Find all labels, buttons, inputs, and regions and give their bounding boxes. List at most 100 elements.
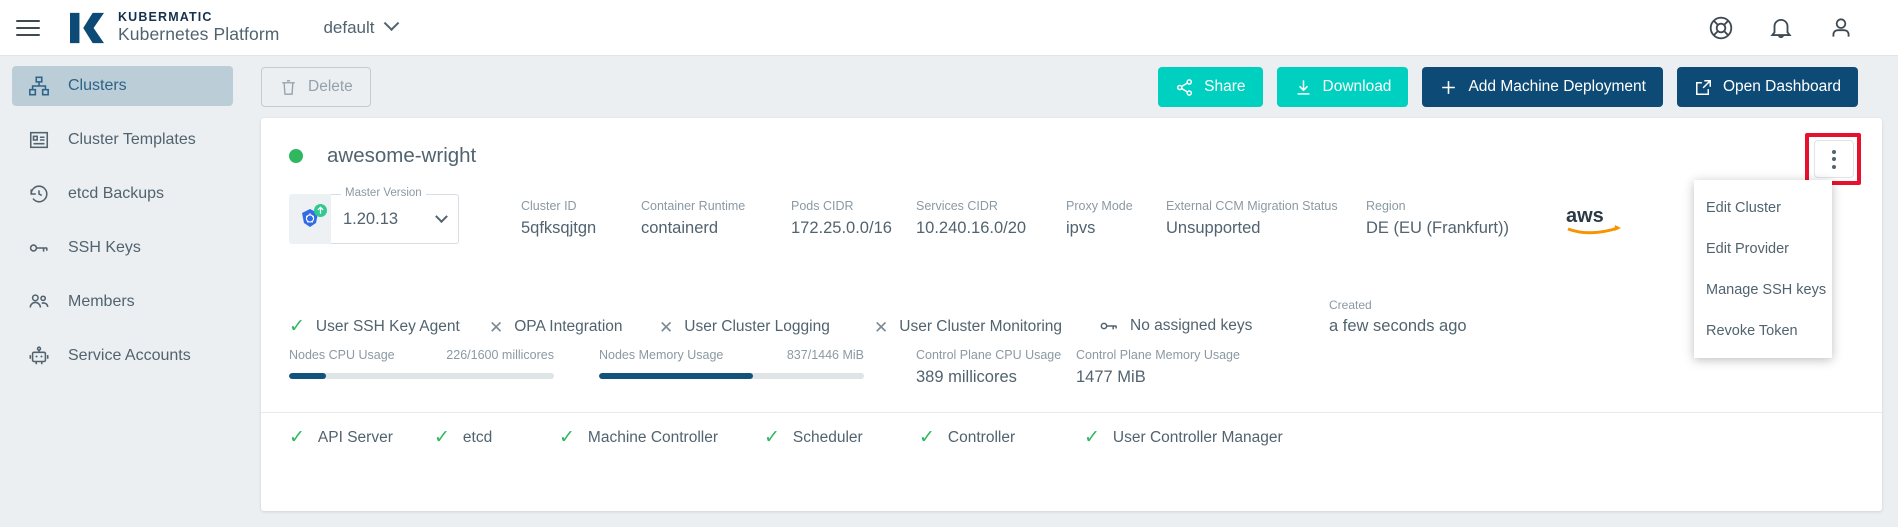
meta-external-ccm-migration-status: External CCM Migration Status Unsupporte… xyxy=(1166,199,1366,238)
project-selector-value: default xyxy=(323,17,375,37)
cross-icon: ✕ xyxy=(874,317,889,337)
open-dashboard-button[interactable]: Open Dashboard xyxy=(1676,67,1858,107)
master-version-control[interactable]: Master Version 1.20.13 xyxy=(289,187,459,244)
feature-user-cluster-logging: ✕ User Cluster Logging xyxy=(659,318,874,336)
feature-label: User Cluster Monitoring xyxy=(899,318,1063,335)
menu-item-label: Edit Provider xyxy=(1706,240,1790,257)
sidebar-item-etcd-backups[interactable]: etcd Backups xyxy=(12,174,233,214)
sidebar-item-clusters[interactable]: Clusters xyxy=(12,66,233,106)
download-button[interactable]: Download xyxy=(1276,67,1409,107)
service-account-robot-icon xyxy=(29,346,49,365)
menu-item-label: Revoke Token xyxy=(1706,322,1798,339)
progress-track xyxy=(289,373,554,379)
metric-control-plane-cpu-usage: Control Plane CPU Usage 389 millicores xyxy=(916,348,1076,387)
master-version-select[interactable]: Master Version 1.20.13 xyxy=(331,187,459,244)
sidebar-item-label: SSH Keys xyxy=(68,239,141,256)
sidebar-item-label: Clusters xyxy=(68,77,127,94)
meta-key: Proxy Mode xyxy=(1066,199,1133,213)
metric-label: Control Plane Memory Usage xyxy=(1076,348,1240,362)
menu-item-revoke-token[interactable]: Revoke Token xyxy=(1694,310,1832,351)
kebab-dot xyxy=(1832,149,1836,154)
health-etcd: ✓ etcd xyxy=(434,428,559,447)
metric-nodes-cpu-usage: Nodes CPU Usage 226/1600 millicores xyxy=(289,348,554,387)
health-label: Scheduler xyxy=(792,428,863,446)
cluster-features-row: ✓ User SSH Key Agent ✕ OPA Integration ✕… xyxy=(289,298,1849,336)
metric-control-plane-memory-usage: Control Plane Memory Usage 1477 MiB xyxy=(1076,348,1276,387)
external-link-icon xyxy=(1695,79,1711,95)
sidebar-item-ssh-keys[interactable]: SSH Keys xyxy=(12,228,233,268)
card-divider xyxy=(261,412,1882,413)
menu-item-edit-provider[interactable]: Edit Provider xyxy=(1694,228,1832,269)
trash-icon xyxy=(282,79,295,95)
key-icon xyxy=(1100,322,1117,330)
hamburger-menu-icon[interactable] xyxy=(16,14,44,42)
meta-key: Cluster ID xyxy=(521,199,577,213)
menu-item-manage-ssh-keys[interactable]: Manage SSH keys xyxy=(1694,269,1832,310)
progress-fill xyxy=(599,373,753,379)
menu-item-edit-cluster[interactable]: Edit Cluster xyxy=(1694,187,1832,228)
metric-nodes-memory-usage: Nodes Memory Usage 837/1446 MiB xyxy=(599,348,864,387)
sidebar-item-label: Cluster Templates xyxy=(68,131,196,148)
version-upgrade-badge-icon xyxy=(313,203,327,217)
metric-value: 226/1600 millicores xyxy=(446,348,554,362)
meta-region: Region DE (EU (Frankfurt)) xyxy=(1366,199,1566,238)
meta-value: 10.240.16.0/20 xyxy=(916,219,1027,237)
check-icon: ✓ xyxy=(289,316,305,337)
check-icon: ✓ xyxy=(434,427,450,448)
help-icon[interactable] xyxy=(1708,15,1734,41)
notifications-bell-icon[interactable] xyxy=(1768,15,1794,41)
sidebar-item-members[interactable]: Members xyxy=(12,282,233,322)
metric-value: 1477 MiB xyxy=(1076,368,1146,386)
members-icon xyxy=(29,294,49,308)
kebab-dot xyxy=(1832,164,1836,169)
delete-button-label: Delete xyxy=(308,78,353,95)
meta-proxy-mode: Proxy Mode ipvs xyxy=(1066,199,1166,238)
cross-icon: ✕ xyxy=(659,317,674,337)
svg-text:aws: aws xyxy=(1566,205,1604,227)
meta-value: 172.25.0.0/16 xyxy=(791,219,892,237)
feature-label: No assigned keys xyxy=(1130,317,1253,334)
metric-value: 837/1446 MiB xyxy=(786,348,864,362)
feature-label: User SSH Key Agent xyxy=(315,317,460,335)
health-controller: ✓ Controller xyxy=(919,428,1084,447)
chevron-down-icon xyxy=(435,209,448,223)
feature-user-ssh-key-agent: ✓ User SSH Key Agent xyxy=(289,317,489,336)
master-version-label: Master Version xyxy=(341,187,426,199)
progress-track xyxy=(599,373,864,379)
sidebar-item-label: Members xyxy=(68,293,135,310)
check-icon: ✓ xyxy=(1084,427,1100,448)
top-bar-actions xyxy=(1708,15,1854,41)
cluster-actions-kebab-button[interactable] xyxy=(1814,140,1854,178)
cluster-detail-card: awesome-wright Edit Cluster Edit Provide… xyxy=(261,118,1882,511)
cluster-meta-row: Master Version 1.20.13 Cluster ID 5qfksq… xyxy=(289,187,1849,244)
share-button[interactable]: Share xyxy=(1158,67,1263,107)
feature-assigned-keys: No assigned keys xyxy=(1099,316,1329,336)
feature-label: User Cluster Logging xyxy=(684,318,830,335)
progress-fill xyxy=(289,373,327,379)
brand-logo-area[interactable]: KUBERMATIC Kubernetes Platform xyxy=(68,11,279,45)
cluster-metrics-row: Nodes CPU Usage 226/1600 millicores Node… xyxy=(289,348,1849,387)
sidebar-item-cluster-templates[interactable]: Cluster Templates xyxy=(12,120,233,160)
plus-icon xyxy=(1442,80,1456,94)
meta-cluster-id: Cluster ID 5qfksqjtgn xyxy=(521,199,641,238)
top-app-bar: KUBERMATIC Kubernetes Platform default xyxy=(0,0,1898,56)
project-selector[interactable]: default xyxy=(323,15,400,38)
add-machine-deployment-button[interactable]: Add Machine Deployment xyxy=(1422,67,1663,107)
download-button-label: Download xyxy=(1322,78,1392,95)
health-label: Controller xyxy=(947,428,1016,446)
meta-key: Pods CIDR xyxy=(791,199,854,213)
cluster-name: awesome-wright xyxy=(327,144,477,167)
account-person-icon[interactable] xyxy=(1828,15,1854,41)
health-label: User Controller Manager xyxy=(1112,428,1283,446)
sidebar-item-service-accounts[interactable]: Service Accounts xyxy=(12,336,233,376)
delete-button[interactable]: Delete xyxy=(261,67,371,107)
hamburger-bar xyxy=(16,19,40,22)
feature-label: OPA Integration xyxy=(514,318,623,335)
open-dashboard-label: Open Dashboard xyxy=(1722,78,1841,95)
cross-icon: ✕ xyxy=(489,317,504,337)
health-machine-controller: ✓ Machine Controller xyxy=(559,428,764,447)
check-icon: ✓ xyxy=(559,427,575,448)
metric-value: 389 millicores xyxy=(916,368,1017,386)
share-icon xyxy=(1177,78,1193,96)
check-icon: ✓ xyxy=(289,427,305,448)
